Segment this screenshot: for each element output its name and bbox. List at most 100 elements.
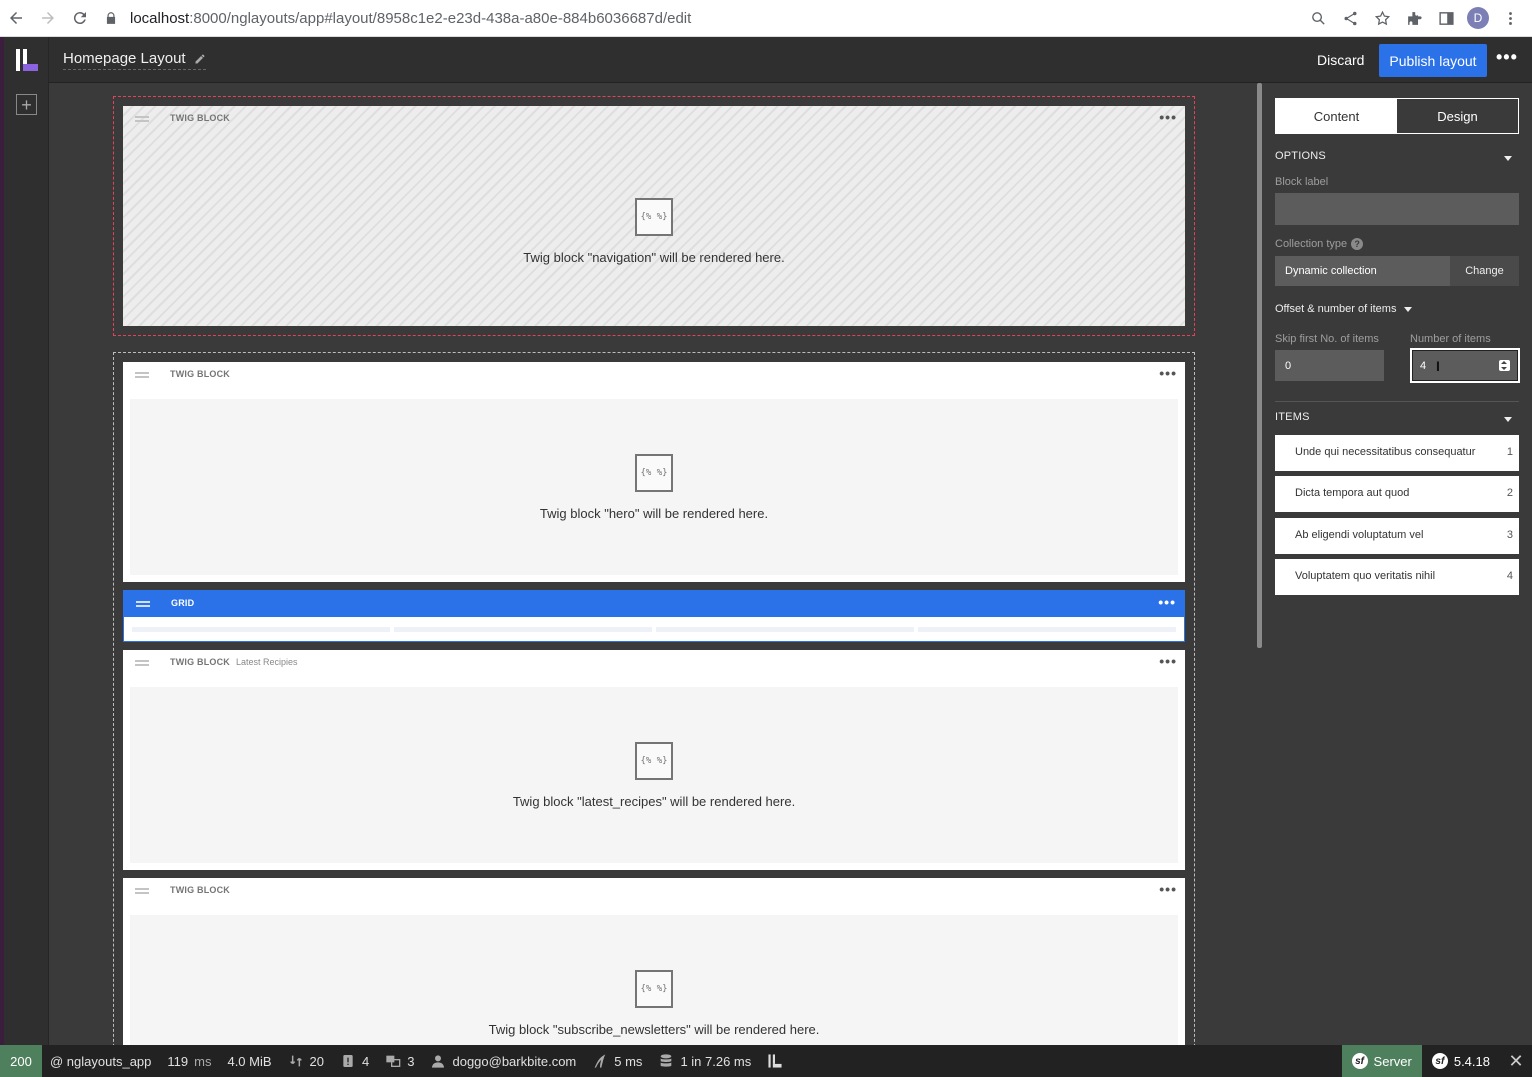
number-items-value: 4 <box>1420 359 1427 372</box>
block-subscribe-newsletters[interactable]: TWIG BLOCK ••• {% %} Twig block "subscri… <box>123 878 1185 1045</box>
netgen-layouts-logo-icon[interactable] <box>16 49 38 71</box>
layout-title[interactable]: Homepage Layout <box>63 50 206 70</box>
db-queries: 1 in 7.26 ms <box>680 1053 752 1069</box>
memory-value: 4.0 MiB <box>227 1053 272 1069</box>
text-cursor-icon: I <box>1436 358 1440 374</box>
translations-count: 3 <box>407 1053 415 1069</box>
options-section-title[interactable]: OPTIONS <box>1275 150 1326 162</box>
close-icon[interactable]: ✕ <box>1500 1045 1532 1077</box>
block-hero[interactable]: TWIG BLOCK ••• {% %} Twig block "hero" w… <box>123 362 1185 582</box>
server-info[interactable]: sf Server <box>1341 1045 1422 1077</box>
zoom-icon[interactable] <box>1304 4 1332 32</box>
symfony-logo-icon: sf <box>1351 1053 1368 1069</box>
bookmark-star-icon[interactable] <box>1368 4 1396 32</box>
header-more-icon[interactable]: ••• <box>1496 47 1518 68</box>
offset-number-toggle[interactable]: Offset & number of items <box>1275 303 1413 315</box>
number-items-label: Number of items <box>1410 333 1491 345</box>
symfony-version[interactable]: sf 5.4.18 <box>1422 1045 1500 1077</box>
block-label-label: Block label <box>1275 176 1329 188</box>
block-more-icon[interactable]: ••• <box>1159 653 1177 669</box>
item-title: Ab eligendi voluptatum vel <box>1295 529 1424 541</box>
database-info[interactable]: 1 in 7.26 ms <box>650 1045 759 1077</box>
block-more-icon[interactable]: ••• <box>1159 365 1177 381</box>
status-code-badge[interactable]: 200 <box>0 1045 42 1077</box>
left-rail: + <box>4 37 49 1045</box>
tab-content[interactable]: Content <box>1276 99 1397 133</box>
discard-button[interactable]: Discard <box>1317 52 1364 68</box>
route-name: @ nglayouts_app <box>50 1053 152 1069</box>
block-navigation[interactable]: TWIG BLOCK ••• {% %} Twig block "navigat… <box>123 106 1185 326</box>
change-collection-button[interactable]: Change <box>1450 256 1519 286</box>
twig-icon: {% %} <box>635 198 673 236</box>
url-host: localhost <box>130 9 190 27</box>
block-settings-panel: Content Design OPTIONS Block label Colle… <box>1262 83 1532 1045</box>
block-more-icon[interactable]: ••• <box>1158 594 1176 610</box>
block-grid[interactable]: GRID ••• <box>123 590 1185 642</box>
reload-icon[interactable] <box>64 2 96 34</box>
skip-items-input[interactable]: 0 <box>1275 350 1384 381</box>
collection-item[interactable]: Dicta tempora aut quod 2 <box>1275 476 1519 512</box>
publish-layout-button[interactable]: Publish layout <box>1379 44 1487 77</box>
time-info[interactable]: 119 ms <box>159 1045 219 1077</box>
number-items-input[interactable]: 4 I <box>1410 348 1520 383</box>
browser-menu-icon[interactable] <box>1496 4 1524 32</box>
side-panel-icon[interactable] <box>1432 4 1460 32</box>
route-info[interactable]: @ nglayouts_app <box>42 1045 159 1077</box>
forward-icon[interactable] <box>32 2 64 34</box>
user-info[interactable]: doggo@barkbite.com <box>422 1045 584 1077</box>
browser-toolbar: localhost:8000/nglayouts/app#layout/8958… <box>0 0 1532 37</box>
block-latest-recipes[interactable]: TWIG BLOCK Latest Recipies ••• {% %} Twig… <box>123 650 1185 870</box>
twig-info[interactable]: 5 ms <box>584 1045 650 1077</box>
chevron-down-icon[interactable] <box>1504 417 1512 422</box>
items-section-title[interactable]: ITEMS <box>1275 411 1310 423</box>
logs-icon <box>343 1055 353 1067</box>
profile-avatar[interactable]: D <box>1464 4 1492 32</box>
requests-count: 20 <box>309 1053 325 1069</box>
address-bar[interactable]: localhost:8000/nglayouts/app#layout/8958… <box>104 4 1304 32</box>
drag-handle-icon[interactable] <box>135 116 149 122</box>
symfony-debug-toolbar: 200 @ nglayouts_app 119 ms 4.0 MiB 20 4 3… <box>0 1045 1532 1077</box>
block-header: TWIG BLOCK ••• <box>123 362 1185 388</box>
requests-icon <box>289 1055 302 1067</box>
item-position: 4 <box>1506 570 1513 582</box>
profile-initial: D <box>1467 7 1489 29</box>
stepper-icon[interactable] <box>1499 360 1510 371</box>
translation-icon <box>386 1055 401 1067</box>
back-icon[interactable] <box>0 2 32 34</box>
collection-item[interactable]: Ab eligendi voluptatum vel 3 <box>1275 518 1519 554</box>
block-more-icon[interactable]: ••• <box>1159 109 1177 125</box>
drag-handle-icon[interactable] <box>135 888 149 894</box>
drag-handle-icon[interactable] <box>136 601 150 607</box>
drag-handle-icon[interactable] <box>135 372 149 378</box>
user-icon <box>432 1055 445 1068</box>
item-position: 2 <box>1506 487 1513 499</box>
drag-handle-icon[interactable] <box>135 660 149 666</box>
collection-item[interactable]: Voluptatem quo veritatis nihil 4 <box>1275 559 1519 595</box>
block-more-icon[interactable]: ••• <box>1159 881 1177 897</box>
logs-info[interactable]: 4 <box>332 1045 377 1077</box>
twig-time: 5 ms <box>614 1053 643 1069</box>
chevron-down-icon[interactable] <box>1504 156 1512 161</box>
pencil-icon[interactable] <box>194 53 206 65</box>
extensions-icon[interactable] <box>1400 4 1428 32</box>
requests-info[interactable]: 20 <box>280 1045 332 1077</box>
app-header: Homepage Layout Discard Publish layout •… <box>49 37 1532 83</box>
block-label-input[interactable] <box>1275 193 1519 225</box>
layout-canvas: TWIG BLOCK ••• {% %} Twig block "navigat… <box>49 83 1261 1045</box>
help-icon[interactable]: ? <box>1351 238 1364 251</box>
item-title: Voluptatem quo veritatis nihil <box>1295 570 1436 582</box>
time-value: 119 <box>167 1053 189 1069</box>
layouts-toolbar-item[interactable] <box>759 1045 791 1077</box>
share-icon[interactable] <box>1336 4 1364 32</box>
block-type-label: TWIG BLOCK <box>170 885 230 895</box>
skip-items-label: Skip first No. of items <box>1275 333 1379 345</box>
twig-icon: {% %} <box>635 742 673 780</box>
translations-info[interactable]: 3 <box>377 1045 422 1077</box>
database-icon <box>661 1054 672 1067</box>
add-block-icon[interactable]: + <box>16 94 37 115</box>
tab-design[interactable]: Design <box>1397 99 1518 133</box>
twig-icon: {% %} <box>635 970 673 1008</box>
lock-icon <box>104 10 120 26</box>
collection-item[interactable]: Unde qui necessitatibus consequatur 1 <box>1275 435 1519 471</box>
memory-info[interactable]: 4.0 MiB <box>219 1045 279 1077</box>
